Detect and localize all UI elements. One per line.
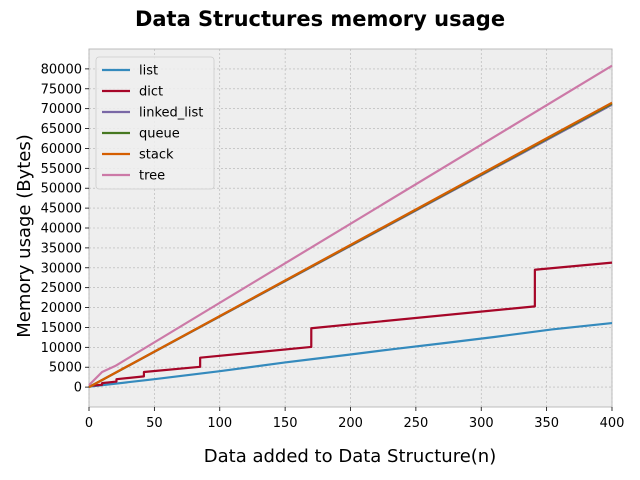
y-tick-label: 35000 (41, 241, 82, 256)
y-tick-label: 65000 (41, 122, 82, 137)
y-tick-label: 0 (74, 381, 82, 396)
y-tick-label: 80000 (41, 62, 82, 77)
y-tick-label: 75000 (41, 82, 82, 97)
legend-label: tree (139, 169, 165, 184)
y-tick-label: 10000 (41, 341, 82, 356)
x-tick-label: 200 (338, 416, 363, 431)
y-tick-label: 50000 (41, 182, 82, 197)
x-tick-label: 100 (207, 416, 232, 431)
x-tick-label: 300 (469, 416, 494, 431)
legend-label: list (139, 64, 158, 79)
chart: Data Structures memory usage 0 50 100 150 20… (14, 7, 625, 467)
y-tick-label: 45000 (41, 202, 82, 217)
y-tick-label: 25000 (41, 281, 82, 296)
legend-label: linked_list (139, 106, 203, 121)
legend: list dict linked_listqueue stack tree (95, 56, 215, 190)
x-tick-label: 350 (534, 416, 559, 431)
legend-label: dict (139, 85, 163, 100)
y-tick-label: 30000 (41, 261, 82, 276)
y-tick-label: 15000 (41, 321, 82, 336)
y-tick-label: 5000 (49, 361, 82, 376)
y-axis: 0 5000 10000 15000 20000 25000 30000 35000 40000… (41, 62, 89, 396)
y-tick-label: 20000 (41, 301, 82, 316)
legend-label: queue (139, 127, 180, 142)
y-axis-label: Memory usage (Bytes) (14, 134, 35, 338)
x-tick-label: 400 (600, 416, 625, 431)
x-tick-label: 50 (146, 416, 163, 431)
x-tick-label: 250 (403, 416, 428, 431)
legend-label: stack (139, 148, 174, 163)
x-tick-label: 0 (85, 416, 93, 431)
chart-title: Data Structures memory usage (135, 7, 505, 31)
x-tick-label: 150 (273, 416, 298, 431)
y-tick-label: 70000 (41, 102, 82, 117)
y-tick-label: 55000 (41, 162, 82, 177)
y-tick-label: 40000 (41, 222, 82, 237)
x-axis: 0 50 100 150 200 250 300 350 400 (85, 407, 625, 431)
x-axis-label: Data added to Data Structure(n) (204, 446, 496, 467)
y-tick-label: 60000 (41, 142, 82, 157)
